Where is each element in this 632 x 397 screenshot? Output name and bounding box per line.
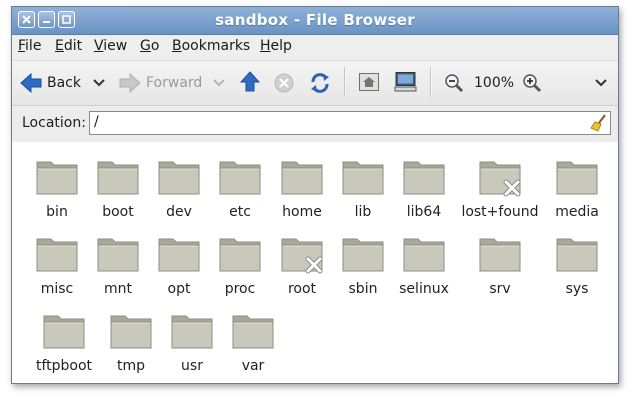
file-browser-window: sandbox - File Browser File Edit View Go… [11, 6, 619, 384]
menu-view[interactable]: View [94, 38, 127, 54]
folder-item[interactable]: lib64 [389, 150, 459, 222]
zoom-level-value: 100% [474, 75, 515, 91]
folder-icon [342, 238, 384, 272]
menu-bar: File Edit View Go Bookmarks Help [12, 35, 618, 59]
folder-icon [43, 315, 85, 349]
zoom-out-button[interactable] [444, 69, 466, 97]
folder-icon [219, 238, 261, 272]
zoom-in-icon [523, 74, 542, 93]
folder-icon [232, 315, 274, 349]
folder-icon [97, 238, 139, 272]
folder-item[interactable]: var [218, 304, 288, 376]
up-arrow-icon [240, 71, 260, 92]
folder-icon [171, 315, 213, 349]
home-button[interactable] [358, 69, 380, 97]
folder-icon [479, 238, 521, 272]
folder-icon [36, 161, 78, 195]
back-history-dropdown[interactable] [90, 69, 106, 97]
menu-go[interactable]: Go [140, 38, 159, 54]
back-arrow-icon [20, 73, 42, 93]
stop-icon [274, 73, 294, 93]
forward-button[interactable]: Forward [119, 69, 227, 97]
reload-button[interactable] [309, 69, 331, 97]
computer-button[interactable] [394, 69, 418, 97]
folder-item[interactable]: media [542, 150, 612, 222]
folder-icon [97, 161, 139, 195]
back-label: Back [47, 75, 81, 91]
icon-view[interactable]: bin boot dev etc home lib lib64 lost+found media… [12, 142, 618, 383]
folder-icon [556, 238, 598, 272]
folder-item[interactable]: selinux [389, 227, 459, 299]
zoom-level[interactable]: 100% [474, 69, 516, 97]
clear-broom-icon[interactable] [590, 114, 608, 132]
zoom-in-button[interactable] [522, 69, 544, 97]
back-button[interactable]: Back [20, 69, 92, 97]
folder-icon [281, 238, 323, 274]
folder-icon [479, 161, 521, 197]
menu-bookmarks[interactable]: Bookmarks [172, 38, 250, 54]
window-title: sandbox - File Browser [215, 11, 415, 29]
menu-help[interactable]: Help [260, 38, 292, 54]
folder-icon [281, 161, 323, 195]
forward-history-dropdown[interactable] [212, 69, 228, 97]
toolbar-separator [344, 67, 346, 97]
folder-icon [158, 238, 200, 272]
computer-icon [394, 72, 417, 92]
forward-label: Forward [146, 75, 203, 91]
zoom-out-icon [445, 74, 464, 93]
folder-icon [556, 161, 598, 195]
toolbar-separator [430, 67, 432, 97]
folder-icon [158, 161, 200, 195]
toolbar: Back Forward 100% [12, 60, 618, 105]
up-button[interactable] [240, 69, 262, 97]
menu-edit[interactable]: Edit [55, 38, 82, 54]
stop-button[interactable] [274, 69, 296, 97]
folder-icon [403, 238, 445, 272]
folder-icon [342, 161, 384, 195]
folder-item[interactable]: sys [542, 227, 612, 299]
chevron-down-icon [93, 79, 105, 87]
menu-file[interactable]: File [18, 38, 41, 54]
location-bar: Location: / [12, 105, 618, 143]
home-folder-icon [359, 73, 379, 91]
folder-name: media [555, 204, 599, 220]
folder-item[interactable]: srv [465, 227, 535, 299]
chevron-down-icon [213, 79, 225, 87]
reload-icon [311, 73, 329, 93]
location-label: Location: [22, 115, 86, 131]
title-bar[interactable]: sandbox - File Browser [12, 7, 618, 35]
folder-name: var [241, 358, 265, 374]
chevron-down-icon [595, 79, 607, 87]
location-value: / [94, 114, 99, 130]
folder-item[interactable]: lost+found [461, 150, 539, 222]
folder-icon [403, 161, 445, 195]
toolbar-overflow-dropdown[interactable] [592, 69, 610, 97]
folder-icon [219, 161, 261, 195]
location-input[interactable]: / [89, 111, 611, 135]
folder-name: sys [565, 281, 589, 297]
folder-icon [110, 315, 152, 349]
forward-arrow-icon [119, 73, 141, 93]
folder-icon [36, 238, 78, 272]
